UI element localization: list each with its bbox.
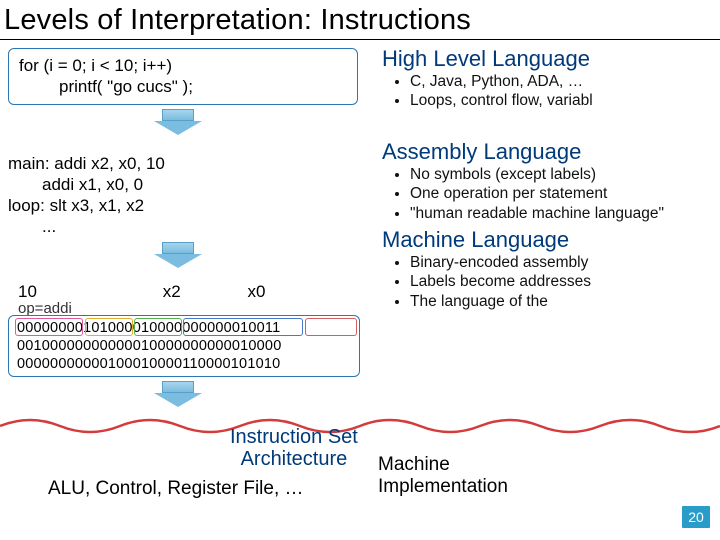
- asm-bullets: No symbols (except labels) One operation…: [382, 165, 720, 223]
- right-column: High Level Language C, Java, Python, ADA…: [378, 44, 720, 407]
- asm-line-1: main: addi x2, x0, 10: [8, 153, 368, 174]
- bin-line-3: 00000000000100010000110000101010: [17, 355, 351, 373]
- ml-label-immediate: 10: [18, 282, 158, 302]
- page-number-badge: 20: [682, 506, 710, 528]
- bullet-item: Loops, control flow, variabl: [410, 91, 720, 110]
- asm-heading: Assembly Language: [382, 139, 720, 165]
- bullet-item: C, Java, Python, ADA, …: [410, 72, 720, 91]
- impl-r1: Machine: [378, 454, 508, 476]
- isa-line-1: Instruction Set: [230, 426, 358, 448]
- ml-register-labels: 10 x2 x0: [8, 282, 378, 302]
- isa-label: Instruction Set Architecture: [230, 426, 358, 470]
- hll-heading: High Level Language: [382, 46, 720, 72]
- ml-label-x0: x0: [247, 282, 265, 302]
- bin-line-2: 00100000000000010000000000010000: [17, 337, 351, 355]
- hll-code-line-1: for (i = 0; i < 10; i++): [19, 55, 347, 76]
- implementation-right: Machine Implementation: [378, 454, 508, 498]
- impl-r2: Implementation: [378, 476, 508, 498]
- machine-code-box: 00000000101000010000000000010011 0010000…: [8, 315, 360, 377]
- down-arrow-icon: [148, 109, 208, 135]
- bullet-item: No symbols (except labels): [410, 165, 720, 184]
- bin-line-1: 00000000101000010000000000010011: [17, 319, 351, 337]
- ml-label-opcode: op=addi: [18, 300, 378, 317]
- slide-body: for (i = 0; i < 10; i++) printf( "go cuc…: [0, 40, 720, 407]
- bullet-item: One operation per statement: [410, 184, 720, 203]
- ml-bullets: Binary-encoded assembly Labels become ad…: [382, 253, 720, 311]
- bullet-item: Labels become addresses: [410, 272, 720, 291]
- wavy-divider-icon: [0, 412, 720, 434]
- isa-line-2: Architecture: [230, 448, 358, 470]
- ml-heading: Machine Language: [382, 227, 720, 253]
- left-column: for (i = 0; i < 10; i++) printf( "go cuc…: [8, 44, 378, 407]
- asm-line-3: loop: slt x3, x1, x2: [8, 195, 368, 216]
- asm-line-4: ...: [8, 216, 368, 237]
- slide-title: Levels of Interpretation: Instructions: [0, 0, 720, 40]
- hll-bullets: C, Java, Python, ADA, … Loops, control f…: [382, 72, 720, 111]
- implementation-left: ALU, Control, Register File, …: [48, 478, 304, 500]
- down-arrow-icon: [148, 381, 208, 407]
- ml-label-x2: x2: [163, 282, 243, 302]
- bullet-item: "human readable machine language": [410, 204, 720, 223]
- asm-line-2: addi x1, x0, 0: [8, 174, 368, 195]
- hll-code-line-2: printf( "go cucs" );: [19, 76, 347, 97]
- assembly-code-box: main: addi x2, x0, 10 addi x1, x0, 0 loo…: [8, 153, 368, 238]
- down-arrow-icon: [148, 242, 208, 268]
- bullet-item: The language of the: [410, 292, 720, 311]
- bullet-item: Binary-encoded assembly: [410, 253, 720, 272]
- hll-code-box: for (i = 0; i < 10; i++) printf( "go cuc…: [8, 48, 358, 105]
